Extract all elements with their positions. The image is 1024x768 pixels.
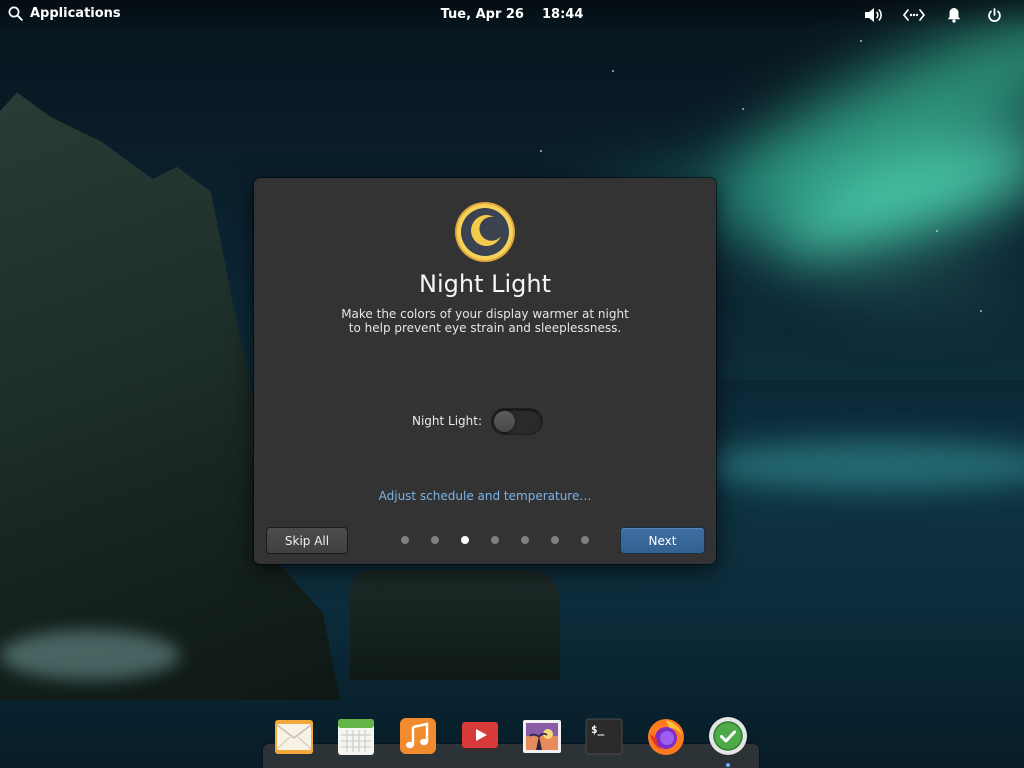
firefox-icon[interactable]: [646, 716, 686, 756]
night-light-setting: Night Light:: [254, 406, 716, 436]
skip-all-button[interactable]: Skip All: [267, 528, 347, 553]
page-dot[interactable]: [420, 534, 450, 546]
dock-items: $_: [274, 716, 748, 767]
time-label: 18:44: [541, 7, 584, 22]
star: [742, 108, 744, 110]
night-light-switch[interactable]: [492, 408, 543, 434]
star: [860, 40, 862, 42]
onboarding-window: Night Light Make the colors of your disp…: [254, 178, 716, 564]
dialog-description: Make the colors of your display warmer a…: [314, 307, 656, 335]
page-indicator: [390, 534, 600, 546]
star: [936, 230, 938, 232]
date-label: Tue, Apr 26: [440, 7, 524, 22]
description-line: Make the colors of your display warmer a…: [341, 307, 629, 321]
appcenter-icon[interactable]: [708, 716, 748, 767]
page-dot[interactable]: [540, 534, 570, 546]
network-icon[interactable]: [894, 6, 934, 24]
photos-icon[interactable]: [522, 716, 562, 756]
page-dot[interactable]: [510, 534, 540, 546]
night-light-moon-icon: [454, 201, 516, 263]
page-dot[interactable]: [450, 534, 480, 546]
wave-foam: [0, 630, 180, 680]
switch-knob: [494, 410, 516, 432]
star: [612, 70, 614, 72]
applications-menu[interactable]: Applications: [8, 6, 121, 21]
page-dot[interactable]: [480, 534, 510, 546]
aurora-glow: [820, 270, 1020, 300]
svg-text:$_: $_: [591, 723, 605, 736]
page-dot[interactable]: [570, 534, 600, 546]
adjust-schedule-link[interactable]: Adjust schedule and temperature…: [254, 489, 716, 503]
page-dot[interactable]: [390, 534, 420, 546]
top-panel: Applications Tue, Apr 26 18:44: [0, 0, 1024, 30]
notifications-icon[interactable]: [934, 6, 974, 24]
next-button[interactable]: Next: [621, 528, 704, 553]
sea-rock: [350, 570, 560, 680]
power-icon[interactable]: [974, 6, 1014, 24]
calendar-icon[interactable]: [336, 716, 376, 756]
videos-icon[interactable]: [460, 716, 500, 756]
running-indicator: [726, 763, 730, 767]
search-icon: [8, 6, 23, 21]
music-icon[interactable]: [398, 716, 438, 756]
applications-label: Applications: [30, 6, 121, 21]
night-light-label: Night Light:: [411, 414, 483, 428]
star: [980, 310, 982, 312]
mail-icon[interactable]: [274, 716, 314, 756]
dialog-title: Night Light: [419, 270, 551, 298]
terminal-icon[interactable]: $_: [584, 716, 624, 756]
volume-icon[interactable]: [854, 6, 894, 24]
description-line: to help prevent eye strain and sleepless…: [348, 321, 622, 335]
indicator-area: [854, 6, 1014, 24]
star: [540, 150, 542, 152]
